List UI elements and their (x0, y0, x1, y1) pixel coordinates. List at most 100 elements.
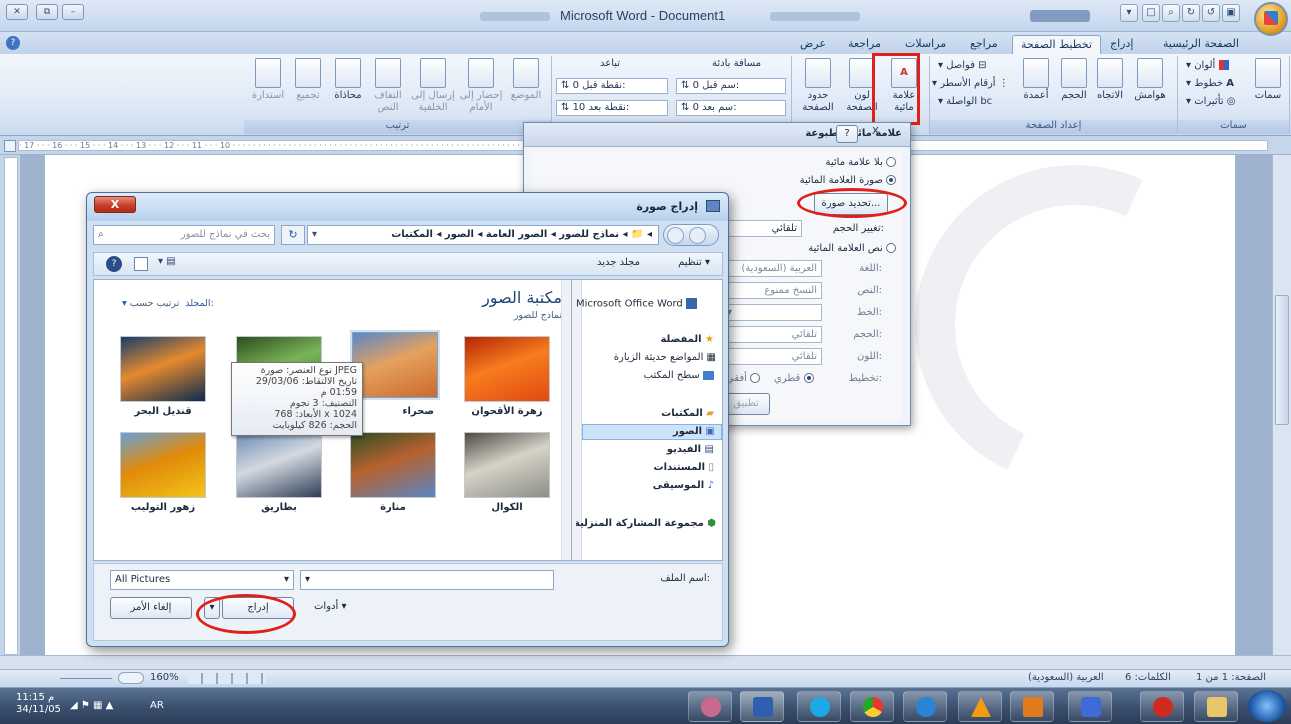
thumbnail-image[interactable] (464, 336, 550, 402)
taskbar-app-red[interactable] (1140, 691, 1184, 722)
refresh-icon[interactable]: ↻ (281, 225, 305, 245)
nav-pictures[interactable]: الصور ▣ (582, 424, 722, 440)
spacing-before-field[interactable]: ⇅ 0 نقطة قبل: (556, 78, 668, 94)
vertical-scrollbar[interactable] (1272, 155, 1291, 655)
taskbar-uploader[interactable] (1010, 691, 1054, 722)
help-icon[interactable]: ? (6, 36, 20, 50)
file-type-dropdown-icon[interactable]: ▾ (284, 571, 289, 589)
line-numbers-button[interactable]: ▾ أرقام الأسطر ⋮ (932, 76, 1009, 92)
text-field[interactable]: النسخ ممنوع (722, 282, 822, 299)
zoom-level[interactable]: 160% (150, 672, 179, 683)
thumbnail-image[interactable] (236, 432, 322, 498)
no-watermark-radio[interactable] (886, 157, 896, 167)
effects-button[interactable]: ▾ تأثيرات ◎ (1186, 94, 1235, 110)
watermark-close-button[interactable]: X (872, 126, 879, 137)
taskbar-explorer[interactable] (1194, 691, 1238, 722)
tab-insert[interactable]: إدراج (1102, 35, 1141, 54)
horizontal-scrollbar[interactable] (0, 655, 1291, 669)
themes-button[interactable]: سمات (1248, 58, 1288, 102)
nav-desktop[interactable]: سطح المكتب (644, 370, 714, 381)
nav-favorites[interactable]: المفضلة ★ (660, 334, 714, 345)
bring-front-button[interactable]: إحضار إلى الأمام (458, 58, 504, 114)
nav-music[interactable]: الموسيقى ♪ (653, 480, 714, 491)
no-watermark-option[interactable]: بلا علامة مائية (825, 157, 896, 168)
taskbar-vlc[interactable] (958, 691, 1002, 722)
page-count[interactable]: الصفحة: 1 من 1 (1196, 672, 1266, 683)
nav-recent-places[interactable]: ▦ المواضع حديثة الزيارة (576, 352, 716, 363)
taskbar-skype[interactable] (797, 691, 841, 722)
language-field[interactable]: العربية (السعودية) (722, 260, 822, 277)
search-input[interactable]: بحث في نماذج للصور ⌕ (93, 225, 275, 245)
views-menu-icon[interactable]: ▾ ▤ (158, 256, 176, 267)
nav-videos[interactable]: الفيديو ▤ (667, 444, 714, 455)
align-button[interactable]: محاذاة (328, 58, 368, 102)
help-button[interactable]: ? (836, 125, 858, 143)
tray-icons[interactable]: ◢ ⚑ ▦ ▲ (70, 700, 113, 711)
tools-button[interactable]: أدوات ▾ (314, 601, 346, 612)
wrap-text-button[interactable]: التفاف النص (368, 58, 408, 114)
size-button[interactable]: الحجم (1054, 58, 1094, 102)
horizontal-radio[interactable] (750, 373, 761, 383)
print-preview-icon[interactable]: ⌕ (1162, 4, 1180, 22)
thumbnail-image[interactable] (352, 332, 438, 398)
margins-button[interactable]: هوامش (1130, 58, 1170, 102)
tab-selector-icon[interactable] (4, 140, 16, 152)
thumbnail-label[interactable]: زهرة الأقحوان (457, 406, 557, 417)
diagonal-option[interactable]: قطري (774, 373, 814, 384)
undo-icon[interactable]: ↺ (1202, 4, 1220, 22)
nav-word-item[interactable]: Microsoft Office Word (576, 298, 716, 310)
taskbar-chrome[interactable] (850, 691, 894, 722)
fonts-button[interactable]: ▾ خطوط A (1186, 76, 1234, 92)
tab-review[interactable]: مراجعة (840, 35, 889, 54)
picture-watermark-option[interactable]: صورة العلامة المائية (800, 175, 896, 186)
file-list-scrollbar[interactable] (561, 280, 571, 560)
tab-view[interactable]: عرض (792, 35, 834, 54)
thumbnail-label[interactable]: قنديل البحر (113, 406, 213, 417)
filename-input[interactable]: ▾ (300, 570, 554, 590)
view-buttons[interactable] (188, 673, 266, 684)
file-type-select[interactable]: All Pictures ▾ (110, 570, 294, 590)
start-button[interactable] (1248, 690, 1286, 722)
diagonal-radio[interactable] (803, 373, 814, 383)
breadcrumb-pictures[interactable]: الصور (445, 229, 474, 240)
filename-dropdown-icon[interactable]: ▾ (305, 571, 310, 589)
nav-homegroup[interactable]: ⬢ مجموعة المشاركة المنزلية (576, 518, 716, 529)
help-icon-dialog[interactable]: ? (106, 256, 122, 272)
taskbar-media[interactable] (1068, 691, 1112, 722)
tab-page-layout[interactable]: تخطيط الصفحة (1012, 35, 1101, 54)
nav-libraries[interactable]: المكتبات ▰ (661, 408, 714, 419)
text-watermark-radio[interactable] (886, 243, 896, 253)
back-icon[interactable] (689, 227, 706, 244)
insert-picture-close-button[interactable]: X (94, 196, 136, 213)
minimize-window-button[interactable]: – (62, 4, 84, 20)
customize-qat-icon[interactable]: ▾ (1120, 4, 1138, 22)
horizontal-option[interactable]: أفقي (726, 373, 761, 384)
zoom-slider[interactable] (60, 678, 112, 679)
breadcrumb-public-pictures[interactable]: الصور العامة (486, 229, 547, 240)
thumbnail-image[interactable] (464, 432, 550, 498)
arrange-by[interactable]: ▾ المجلد ترتيب حسب: (122, 298, 214, 309)
nav-documents[interactable]: المستندات ▯ (654, 462, 714, 473)
clock[interactable]: 11:15 م 34/11/05 (16, 692, 61, 716)
text-watermark-option[interactable]: نص العلامة المائية (808, 243, 896, 254)
language-status[interactable]: العربية (السعودية) (1028, 672, 1104, 683)
breaks-button[interactable]: ▾ فواصل ⊟ (938, 58, 987, 74)
address-dropdown-icon[interactable]: ▾ (312, 226, 317, 244)
thumbnail-label[interactable]: الكوال (457, 502, 557, 513)
new-folder-button[interactable]: مجلد جديد (597, 257, 640, 268)
rotate-button[interactable]: استدارة (248, 58, 288, 102)
color-field[interactable]: تلقائي (722, 348, 822, 365)
scrollbar-thumb[interactable] (1275, 295, 1289, 425)
save-icon[interactable]: ▣ (1222, 4, 1240, 22)
taskbar-word[interactable] (740, 691, 784, 722)
orientation-button[interactable]: الاتجاه (1090, 58, 1130, 102)
hyphenation-button[interactable]: ▾ الواصلة bc (938, 94, 992, 110)
taskbar-paint[interactable] (688, 691, 732, 722)
send-back-button[interactable]: إرسال إلى الخلفية (410, 58, 456, 114)
thumbnail-label[interactable]: بطاريق (229, 502, 329, 513)
page-icon[interactable]: □ (1142, 4, 1160, 22)
columns-button[interactable]: أعمدة (1016, 58, 1056, 102)
indent-after-field[interactable]: ⇅ 0 سم بعد: (676, 100, 786, 116)
font-field[interactable]: ▾ (722, 304, 822, 321)
tab-references[interactable]: مراجع (962, 35, 1006, 54)
